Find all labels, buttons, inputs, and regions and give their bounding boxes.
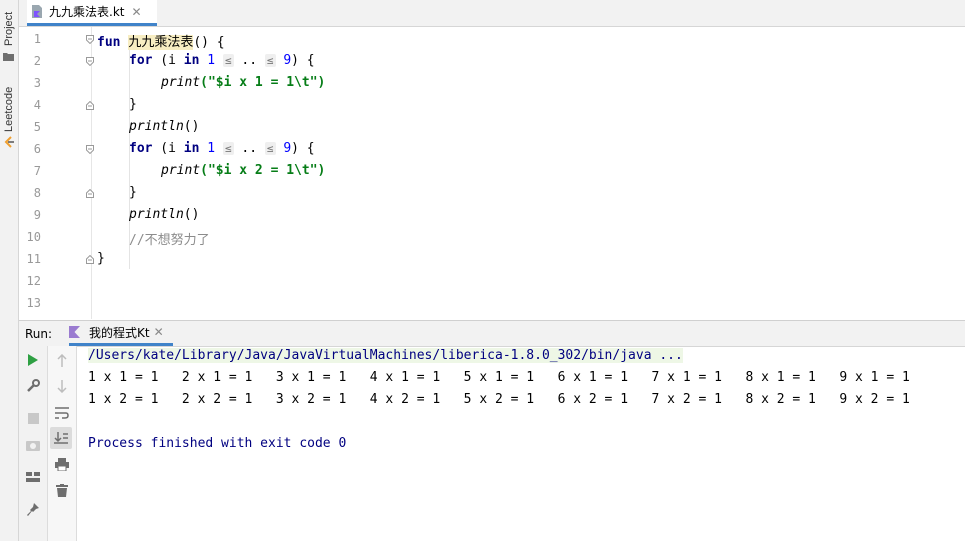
run-toolbar-right	[48, 346, 77, 541]
line-gutter: 1 2 3 4 5 6 7 8 9 10 11 12 13	[19, 27, 94, 319]
line-number: 1	[33, 32, 41, 46]
previous-occurrence-button[interactable]	[52, 350, 72, 370]
soft-wrap-icon	[55, 407, 69, 419]
code-line: }	[129, 97, 137, 112]
camera-icon	[26, 441, 40, 451]
inlay-hint: ≤	[264, 54, 276, 67]
layout-button[interactable]	[23, 467, 43, 487]
run-tab-label: 我的程式Kt	[89, 325, 150, 340]
line-number: 5	[33, 120, 41, 134]
kotlin-run-icon	[69, 326, 80, 338]
print-button[interactable]	[52, 454, 72, 474]
pin-icon	[27, 503, 39, 516]
line-number: 13	[26, 296, 41, 310]
console-command-line[interactable]: /Users/kate/Library/Java/JavaVirtualMach…	[88, 348, 683, 363]
code-comment: //不想努力了	[129, 233, 210, 248]
kotlin-file-icon	[32, 5, 42, 18]
fold-icon[interactable]	[86, 101, 94, 110]
wrench-icon	[27, 379, 40, 392]
close-icon[interactable]: ✕	[131, 5, 141, 19]
run-toolbar-left	[19, 346, 48, 541]
line-number: 10	[26, 230, 41, 244]
arrow-down-icon	[57, 379, 67, 393]
next-occurrence-button[interactable]	[52, 376, 72, 396]
clear-all-button[interactable]	[52, 480, 72, 500]
run-panel-header: Run: 我的程式Kt ✕	[19, 320, 965, 347]
line-number: 2	[33, 54, 41, 68]
fold-icon[interactable]	[86, 189, 94, 198]
editor-tab-file[interactable]: 九九乘法表.kt ✕	[27, 0, 157, 26]
close-icon[interactable]: ✕	[154, 325, 164, 339]
code-line: for (i in 1 ≤ .. ≤ 9) {	[129, 53, 315, 68]
line-number: 7	[33, 164, 41, 178]
editor-tab-bar: 九九乘法表.kt ✕	[19, 0, 965, 27]
fold-icon[interactable]	[86, 35, 94, 44]
function-name: 九九乘法表	[128, 35, 194, 50]
code-line: }	[129, 185, 137, 200]
console-exit-message: Process finished with exit code 0	[88, 436, 347, 451]
line-number: 12	[26, 274, 41, 288]
project-tool-tab[interactable]: Project	[1, 4, 17, 64]
leetcode-icon	[4, 136, 14, 148]
fold-icon[interactable]	[86, 255, 94, 264]
pin-tab-button[interactable]	[23, 500, 43, 520]
inlay-hint: ≤	[222, 54, 234, 67]
code-line: }	[97, 251, 105, 266]
left-tool-strip: Project Leetcode	[0, 0, 19, 541]
console-output-line: 1 x 1 = 1 2 x 1 = 1 3 x 1 = 1 4 x 1 = 1 …	[88, 370, 910, 385]
folder-icon	[3, 53, 14, 61]
fold-icon[interactable]	[86, 145, 94, 154]
rerun-button[interactable]	[23, 350, 43, 370]
code-line: println()	[129, 119, 200, 134]
inlay-hint: ≤	[264, 142, 276, 155]
play-icon	[28, 354, 38, 366]
line-number: 9	[33, 208, 41, 222]
settings-button[interactable]	[23, 376, 43, 396]
layout-icon	[26, 472, 40, 482]
fold-icon[interactable]	[86, 57, 94, 66]
console-output-line: 1 x 2 = 1 2 x 2 = 1 3 x 2 = 1 4 x 2 = 1 …	[88, 392, 910, 407]
line-number: 4	[33, 98, 41, 112]
code-line: println()	[129, 207, 200, 222]
code-line: print("$i x 1 = 1\t")	[161, 75, 326, 90]
run-config-tab[interactable]: 我的程式Kt ✕	[69, 321, 173, 346]
scroll-to-end-button[interactable]	[50, 427, 72, 449]
console-output[interactable]: /Users/kate/Library/Java/JavaVirtualMach…	[88, 346, 910, 451]
run-label: Run:	[25, 327, 53, 341]
line-number: 6	[33, 142, 41, 156]
code-line: print("$i x 2 = 1\t")	[161, 163, 326, 178]
line-number: 3	[33, 76, 41, 90]
code-line: fun 九九乘法表() {	[97, 35, 225, 50]
leetcode-tool-tab[interactable]: Leetcode	[1, 80, 17, 152]
leetcode-tab-label: Leetcode	[3, 86, 15, 132]
dump-threads-button[interactable]	[23, 435, 43, 455]
inlay-hint: ≤	[222, 142, 234, 155]
arrow-up-icon	[57, 353, 67, 367]
project-tab-label: Project	[3, 11, 15, 46]
code-editor[interactable]: 1 2 3 4 5 6 7 8 9 10 11 12 13 fun 九九乘法表(…	[19, 27, 965, 319]
soft-wrap-button[interactable]	[52, 403, 72, 423]
scroll-to-end-icon	[54, 432, 68, 444]
editor-tab-label: 九九乘法表.kt	[49, 5, 125, 19]
stop-button[interactable]	[23, 408, 43, 428]
code-line: for (i in 1 ≤ .. ≤ 9) {	[129, 141, 315, 156]
print-icon	[55, 457, 69, 471]
line-number: 8	[33, 186, 41, 200]
stop-icon	[27, 412, 39, 424]
line-number: 11	[26, 252, 41, 266]
trash-icon	[56, 483, 68, 497]
